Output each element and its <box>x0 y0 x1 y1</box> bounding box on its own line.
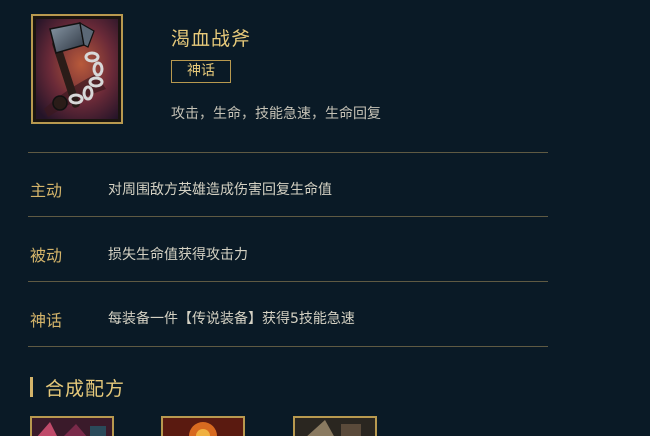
effect-text-mythic: 每装备一件【传说装备】获得5技能急速 <box>108 311 355 327</box>
divider <box>28 281 548 282</box>
effect-label-mythic: 神话 <box>30 311 63 330</box>
component-item-2-icon <box>163 418 243 436</box>
recipe-section-header: 合成配方 <box>30 375 126 400</box>
recipe-component-1[interactable] <box>30 416 114 436</box>
component-item-1-icon <box>32 418 112 436</box>
divider <box>28 346 548 347</box>
recipe-component-2[interactable] <box>161 416 245 436</box>
axe-chain-icon <box>36 19 118 119</box>
effect-text-active: 对周围敌方英雄造成伤害回复生命值 <box>108 182 332 198</box>
effect-label-passive: 被动 <box>30 246 63 265</box>
effect-text-passive: 损失生命值获得攻击力 <box>108 247 248 263</box>
item-stat-tags: 攻击，生命，技能急速，生命回复 <box>171 106 381 122</box>
divider <box>28 216 548 217</box>
section-accent-bar <box>30 377 33 397</box>
recipe-title: 合成配方 <box>45 377 126 400</box>
item-icon-frame <box>31 14 123 124</box>
mythic-badge: 神话 <box>171 60 231 83</box>
item-name: 渴血战斧 <box>171 28 252 50</box>
effect-label-active: 主动 <box>30 181 63 200</box>
recipe-component-3[interactable] <box>293 416 377 436</box>
divider <box>28 152 548 153</box>
component-item-3-icon <box>295 418 375 436</box>
